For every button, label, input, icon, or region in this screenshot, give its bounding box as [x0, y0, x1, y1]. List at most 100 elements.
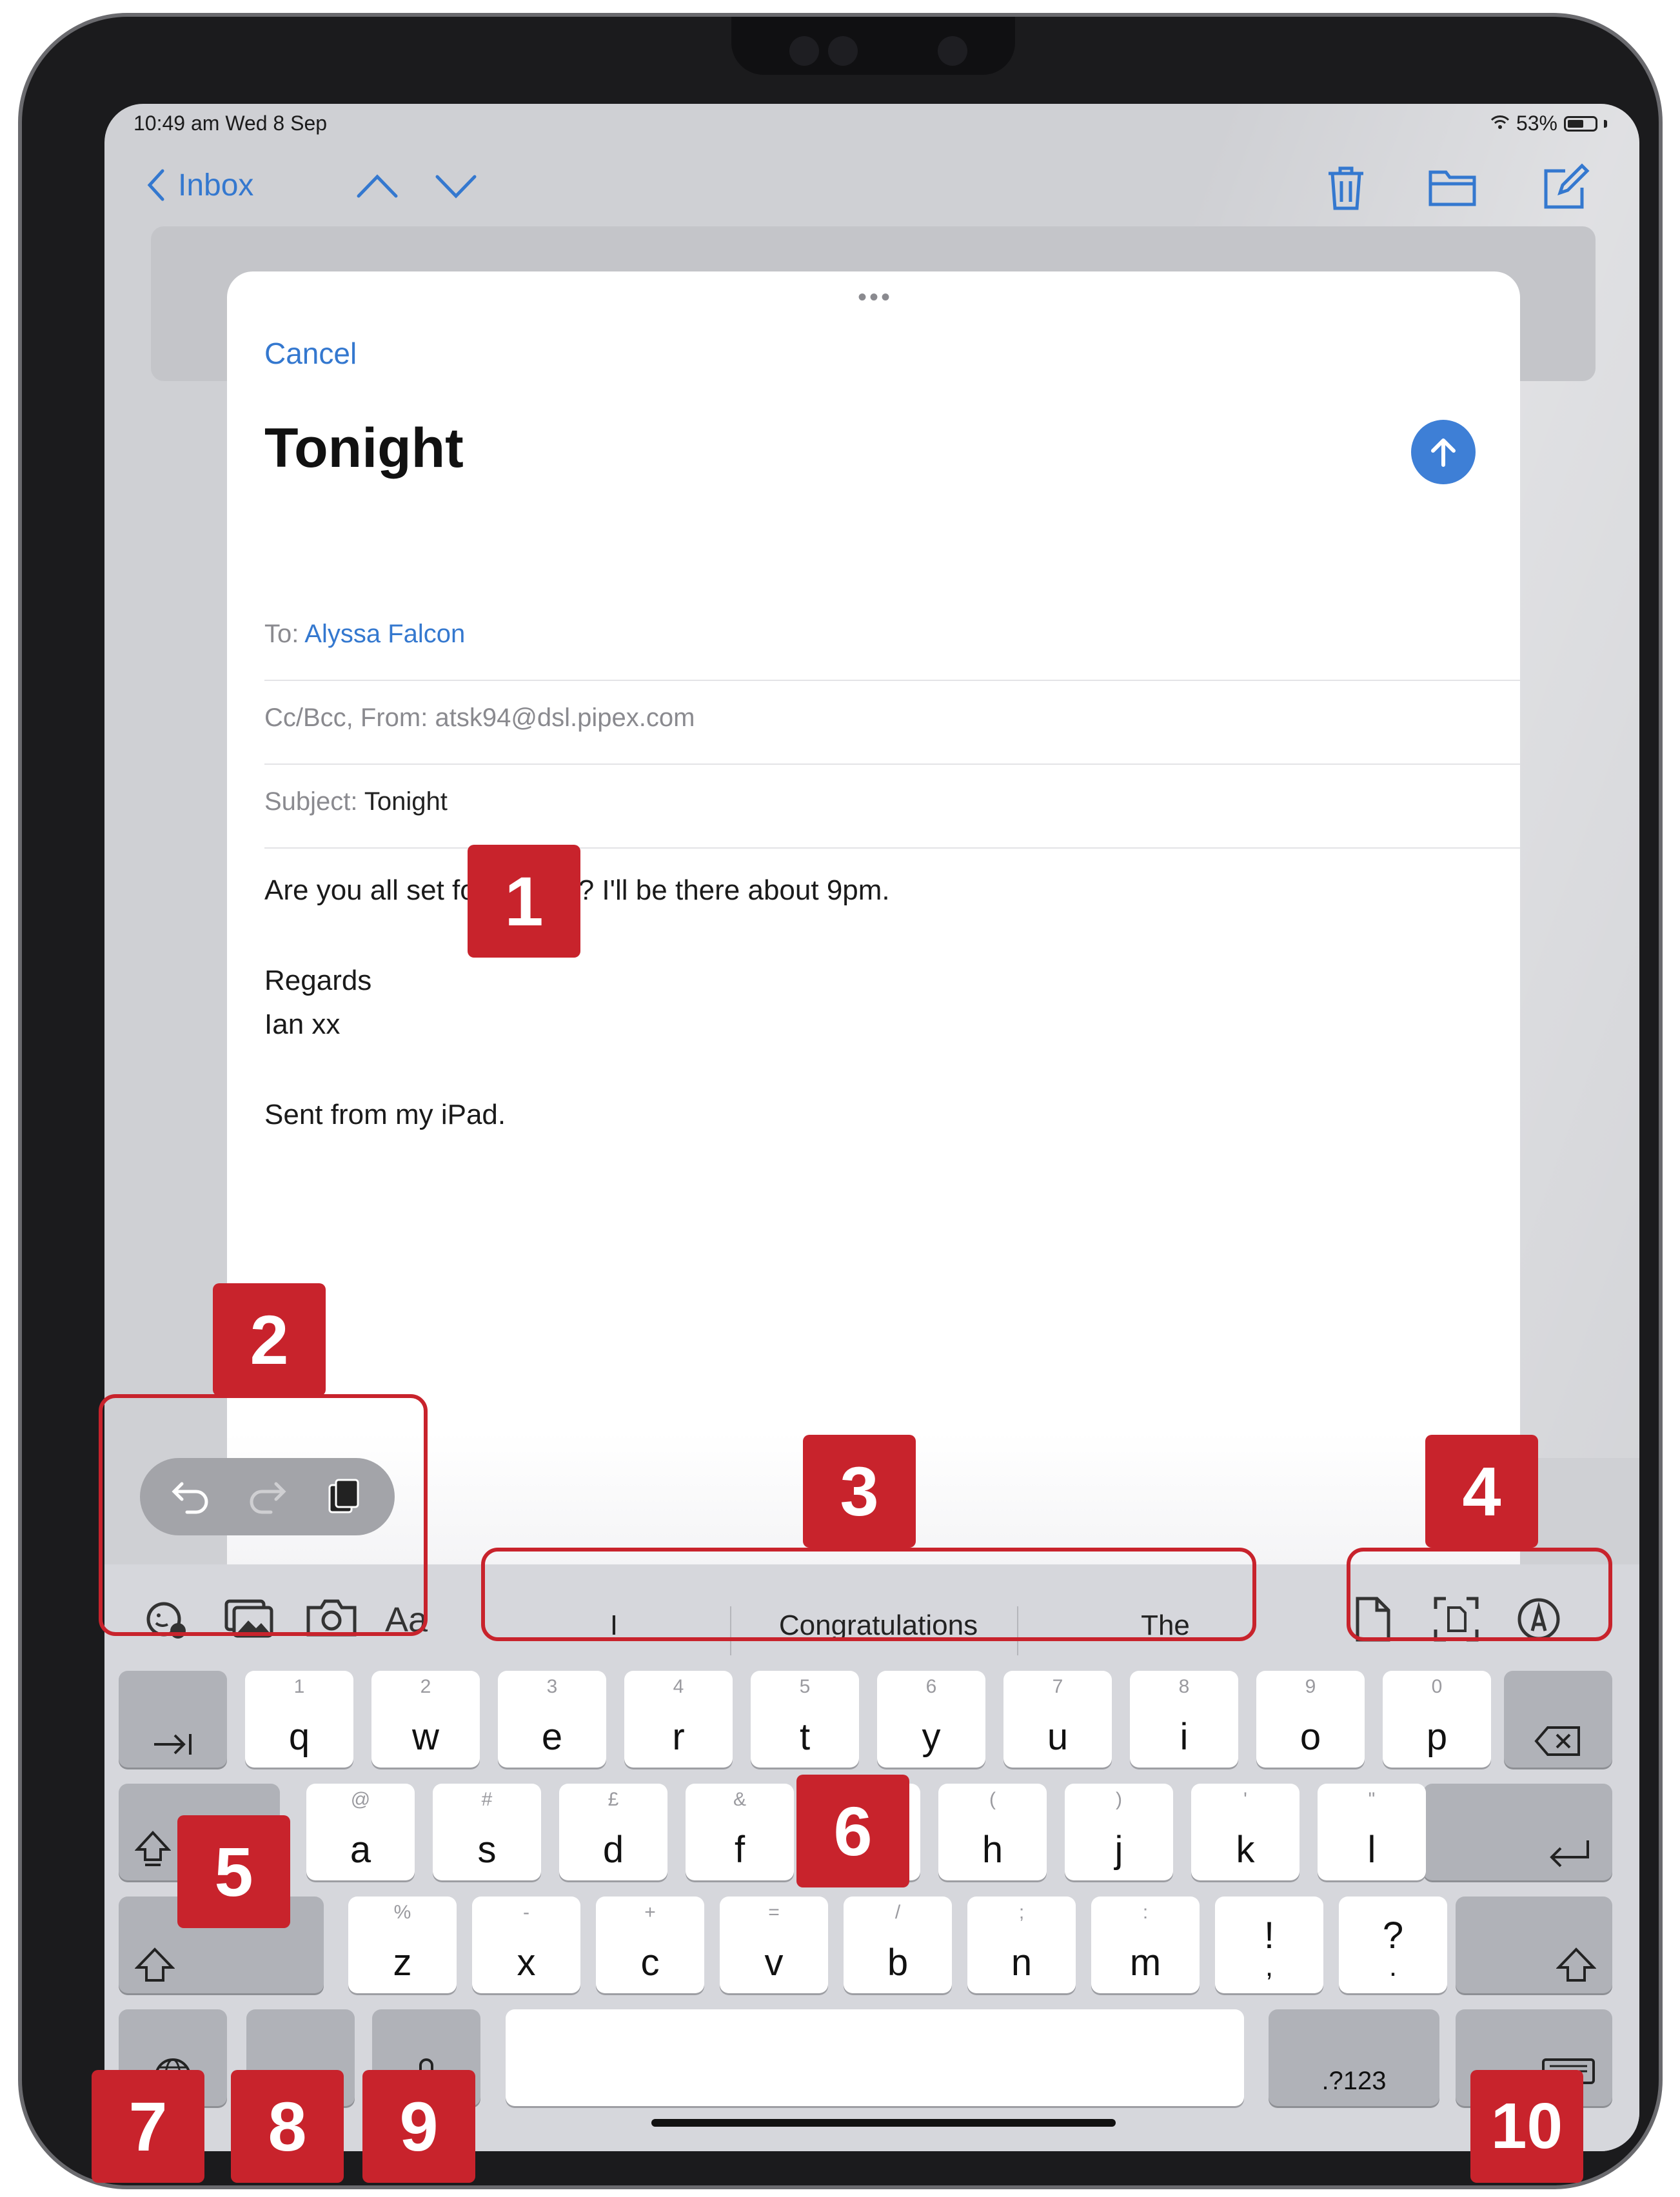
key-l[interactable]: " l — [1318, 1784, 1426, 1880]
key-h[interactable]: (h — [938, 1784, 1047, 1880]
key-label: n — [1011, 1942, 1033, 1984]
delete-key[interactable] — [1504, 1671, 1612, 1768]
key-a[interactable]: @ a — [306, 1784, 415, 1880]
callout-outline-2 — [99, 1394, 428, 1636]
callout-6: 6 — [796, 1775, 909, 1887]
return-key[interactable] — [1423, 1784, 1612, 1880]
key-label: i — [1180, 1716, 1189, 1758]
subject-field[interactable]: Subject: Tonight — [264, 765, 1520, 849]
battery-icon — [1564, 115, 1597, 132]
sheet-grabber[interactable]: ••• — [858, 283, 893, 312]
body-signature[interactable]: Sent from my iPad. — [264, 1099, 506, 1131]
key-label: f — [734, 1829, 746, 1871]
key-x[interactable]: -x — [472, 1897, 580, 1993]
to-recipient[interactable]: Alyssa Falcon — [304, 620, 465, 648]
key-alt-label: " — [1368, 1789, 1376, 1810]
key-alt-label: ( — [989, 1789, 996, 1810]
key-c[interactable]: + c — [596, 1897, 704, 1993]
caps-lock-icon — [135, 1830, 171, 1870]
key-label: x — [517, 1942, 536, 1984]
key-z[interactable]: % z — [348, 1897, 457, 1993]
key-q[interactable]: 1q — [245, 1671, 353, 1768]
key-label: j — [1114, 1829, 1123, 1871]
key-alt-label: / — [894, 1902, 901, 1923]
key-?[interactable]: ?. — [1339, 1897, 1447, 1993]
key-e[interactable]: 3e — [498, 1671, 606, 1768]
from-address: atsk94@dsl.pipex.com — [435, 704, 695, 732]
key-p[interactable]: 0p — [1383, 1671, 1491, 1768]
callout-2: 2 — [213, 1283, 326, 1396]
subject-value[interactable]: Tonight — [364, 787, 448, 816]
key-alt-label: £ — [608, 1789, 619, 1810]
key-j[interactable]: ) j — [1065, 1784, 1173, 1880]
key-d[interactable]: £ d — [559, 1784, 667, 1880]
key-alt-label: 0 — [1431, 1676, 1443, 1697]
key-y[interactable]: 6y — [877, 1671, 985, 1768]
key-f[interactable]: & f — [686, 1784, 794, 1880]
body-line[interactable]: Ian xx — [264, 1009, 340, 1041]
key-![interactable]: !, — [1215, 1897, 1323, 1993]
key-label: b — [887, 1942, 909, 1984]
key-alt-label: @ — [350, 1789, 371, 1810]
shift-right-key[interactable] — [1456, 1897, 1612, 1993]
camera-sensor — [938, 36, 967, 66]
inbox-back-button[interactable]: Inbox — [143, 167, 253, 203]
key-sub-label: . — [1388, 1950, 1398, 1982]
key-alt-label: - — [523, 1902, 529, 1923]
to-field[interactable]: To: Alyssa Falcon — [264, 597, 1520, 681]
key-i[interactable]: 8i — [1130, 1671, 1238, 1768]
callout-outline-4 — [1347, 1548, 1612, 1641]
battery-tip — [1604, 119, 1607, 128]
cc-bcc-from-field[interactable]: Cc/Bcc, From: atsk94@dsl.pipex.com — [264, 681, 1520, 765]
key-label: w — [412, 1716, 439, 1758]
compose-icon[interactable] — [1539, 162, 1591, 213]
numbers-key-right[interactable]: .?123 — [1269, 2009, 1439, 2106]
key-r[interactable]: 4r — [624, 1671, 733, 1768]
key-label: o — [1300, 1716, 1321, 1758]
chevron-down-icon[interactable] — [433, 167, 479, 206]
key-alt-label: % — [393, 1902, 411, 1923]
space-bar[interactable] — [506, 2009, 1244, 2106]
key-s[interactable]: # s — [433, 1784, 541, 1880]
send-button[interactable] — [1411, 420, 1476, 484]
key-alt-label: 4 — [673, 1676, 684, 1697]
key-label: c — [640, 1942, 660, 1984]
callout-4: 4 — [1425, 1435, 1538, 1548]
tab-icon — [152, 1731, 194, 1757]
shift-icon — [135, 1947, 175, 1983]
key-alt-label: + — [644, 1902, 656, 1923]
key-k[interactable]: ' k — [1191, 1784, 1300, 1880]
key-alt-label: ' — [1243, 1789, 1247, 1810]
key-label: u — [1047, 1716, 1069, 1758]
key-w[interactable]: 2w — [371, 1671, 480, 1768]
key-b[interactable]: / b — [844, 1897, 952, 1993]
key-alt-label: # — [481, 1789, 493, 1810]
camera-sensor — [828, 36, 858, 66]
trash-icon[interactable] — [1323, 162, 1369, 213]
key-alt-label: 3 — [546, 1676, 558, 1697]
tab-key[interactable] — [119, 1671, 227, 1768]
key-m[interactable]: :m — [1091, 1897, 1200, 1993]
key-alt-label: ) — [1116, 1789, 1122, 1810]
key-o[interactable]: 9o — [1256, 1671, 1365, 1768]
delete-icon — [1534, 1725, 1583, 1757]
chevron-up-icon[interactable] — [355, 167, 400, 206]
inbox-label: Inbox — [178, 168, 254, 202]
key-label: k — [1236, 1829, 1255, 1871]
callout-8: 8 — [231, 2070, 344, 2183]
folder-icon[interactable] — [1427, 164, 1478, 210]
key-label: e — [541, 1716, 563, 1758]
key-u[interactable]: 7u — [1003, 1671, 1112, 1768]
key-n[interactable]: ; n — [967, 1897, 1076, 1993]
key-t[interactable]: 5t — [751, 1671, 859, 1768]
body-line[interactable]: Regards — [264, 965, 371, 997]
cancel-button[interactable]: Cancel — [264, 336, 357, 371]
key-alt-label: 2 — [420, 1676, 431, 1697]
key-label: l — [1367, 1829, 1376, 1871]
key-v[interactable]: = v — [720, 1897, 828, 1993]
battery-percent: 53% — [1516, 112, 1557, 135]
key-alt-label: 7 — [1052, 1676, 1063, 1697]
key-alt-label: 1 — [293, 1676, 305, 1697]
callout-5: 5 — [177, 1815, 290, 1928]
send-icon — [1424, 433, 1463, 471]
